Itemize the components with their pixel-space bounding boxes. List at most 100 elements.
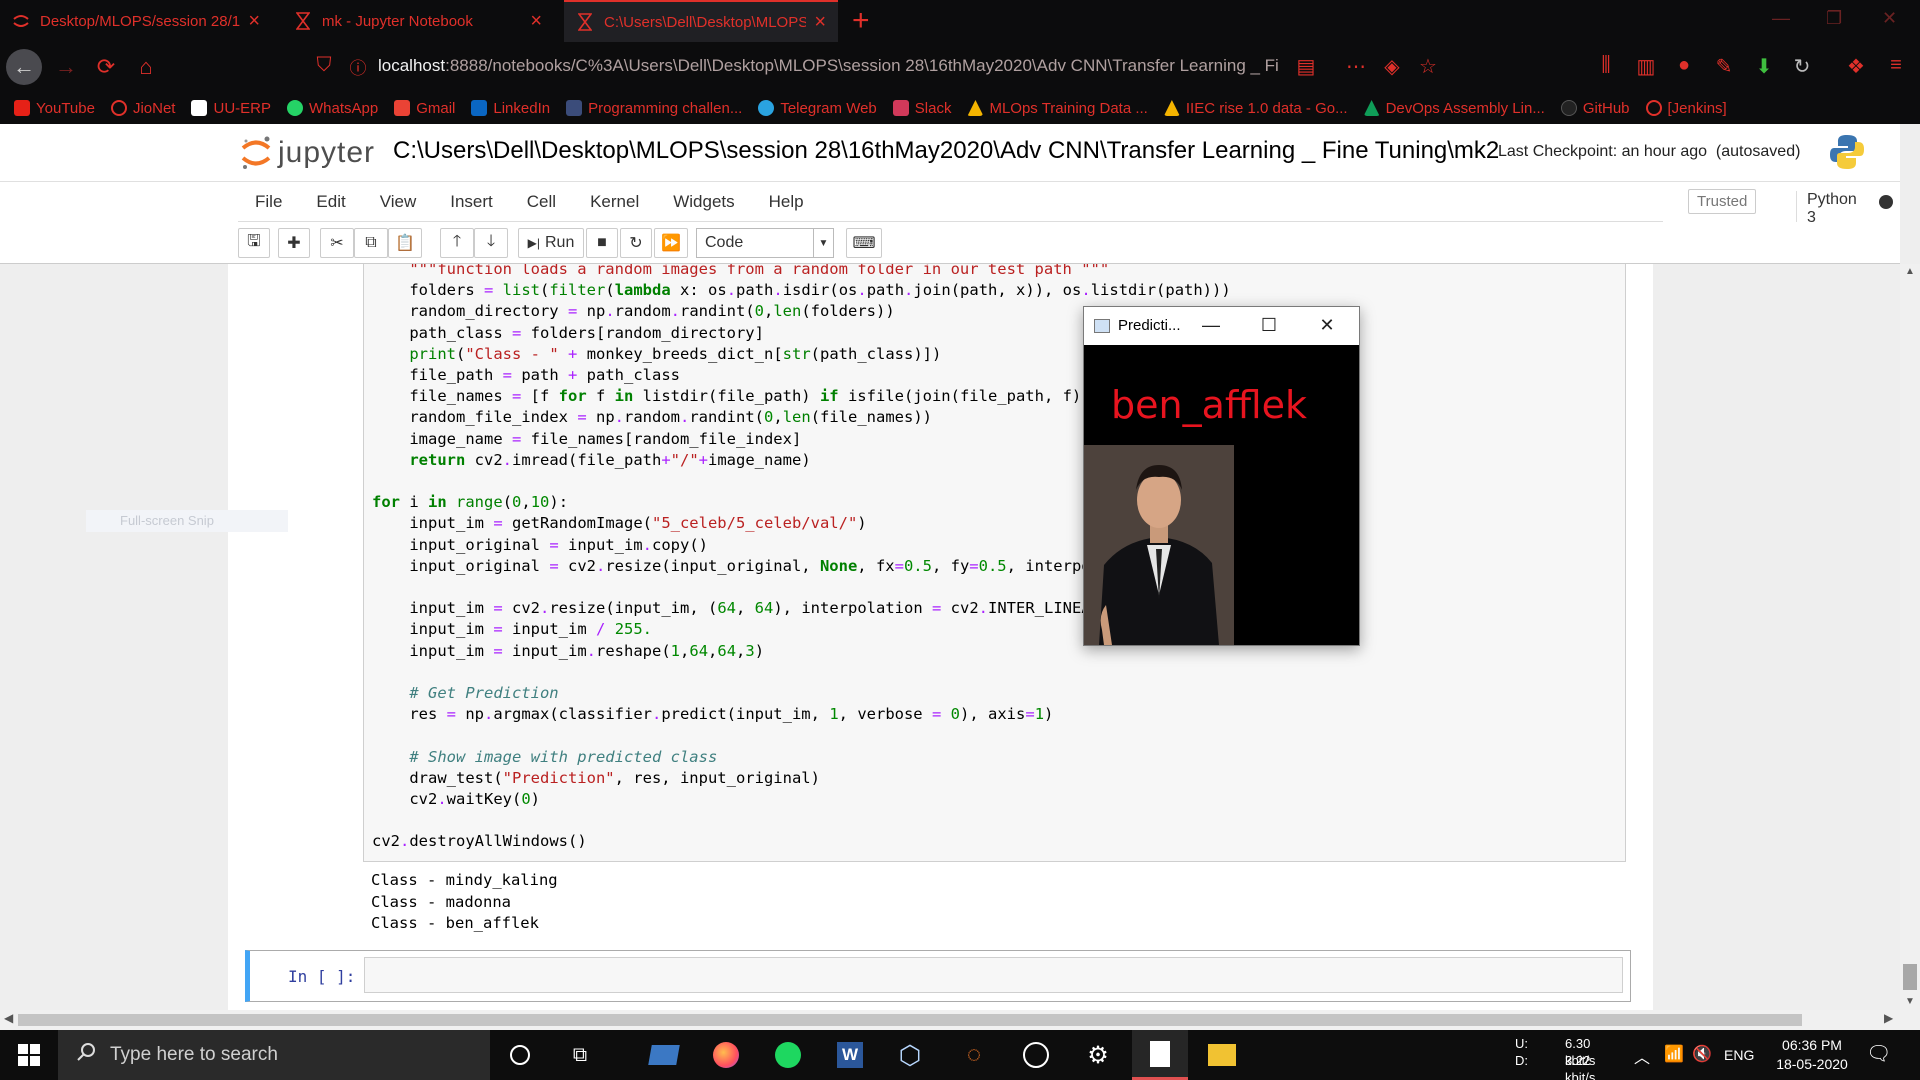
bookmark-gmail[interactable]: Gmail [394,100,455,117]
menu-edit[interactable]: Edit [299,192,362,212]
bookmark-whatsapp[interactable]: WhatsApp [287,100,378,117]
taskbar-app-whatsapp[interactable] [1008,1030,1064,1080]
restore-window-icon[interactable]: ❐ [1826,8,1842,29]
scrollbar-thumb[interactable] [1903,964,1917,990]
task-view-button[interactable]: ⧉ [552,1030,608,1080]
cut-button[interactable]: ✂ [320,228,354,258]
forward-button[interactable]: → [48,49,84,85]
extension-icon[interactable]: ● [1672,54,1696,78]
chevron-up-icon[interactable]: ︿ [1634,1044,1650,1068]
volume-muted-icon[interactable]: 🔇 [1692,1044,1712,1064]
sync-icon[interactable]: ↻ [1790,54,1814,78]
trusted-badge[interactable]: Trusted [1688,189,1757,214]
bookmark-jionet[interactable]: JioNet [110,100,175,117]
close-tab-icon[interactable]: × [814,11,826,34]
bookmark-programming[interactable]: Programming challen... [566,100,742,117]
prediction-window-titlebar[interactable]: Predicti... — ☐ ✕ [1084,307,1359,345]
menu-view[interactable]: View [363,192,434,212]
maximize-icon[interactable]: ☐ [1258,315,1280,336]
jupyter-logo[interactable]: jupyter [240,134,375,172]
insert-cell-button[interactable]: ✚ [278,228,310,258]
system-clock[interactable]: 06:36 PM 18-05-2020 [1772,1036,1852,1074]
download-icon[interactable]: ⬇ [1752,54,1776,78]
scroll-right-icon[interactable]: ▶ [1884,1011,1893,1025]
bookmark-jenkins[interactable]: [Jenkins] [1645,100,1727,117]
home-button[interactable]: ⌂ [128,49,164,85]
move-down-button[interactable]: 🡓 [474,228,508,258]
pocket-icon[interactable]: ◈ [1380,54,1404,78]
minimize-icon[interactable]: — [1200,315,1222,336]
horizontal-scrollbar[interactable]: ◀ ▶ [0,1010,1900,1030]
reload-button[interactable]: ⟳ [88,49,124,85]
menu-cell[interactable]: Cell [510,192,573,212]
scroll-down-icon[interactable]: ▼ [1905,996,1915,1007]
scroll-left-icon[interactable]: ◀ [4,1011,13,1025]
bookmark-youtube[interactable]: YouTube [14,100,95,117]
taskbar-search[interactable]: Type here to search [58,1030,490,1080]
menu-widgets[interactable]: Widgets [656,192,751,212]
cortana-button[interactable] [492,1030,548,1080]
start-button[interactable] [0,1030,58,1080]
bookmark-slack[interactable]: Slack [892,100,951,117]
sidebar-icon[interactable]: ▥ [1634,54,1658,78]
taskbar-app-word[interactable]: W [822,1030,878,1080]
bookmark-uu-erp[interactable]: UU-ERP [191,100,271,117]
info-icon[interactable]: ⓘ [346,54,370,78]
prediction-window[interactable]: Predicti... — ☐ ✕ ben_afflek [1083,306,1360,646]
back-button[interactable]: ← [6,49,42,85]
close-tab-icon[interactable]: × [530,10,542,33]
copy-button[interactable]: ⧉ [354,228,388,258]
page-actions-icon[interactable]: ⋯ [1344,54,1368,78]
scrollbar-thumb[interactable] [18,1014,1802,1026]
bookmark-star-icon[interactable]: ☆ [1416,54,1440,78]
input-editor[interactable] [364,957,1623,993]
language-indicator[interactable]: ENG [1724,1047,1754,1063]
menu-insert[interactable]: Insert [433,192,510,212]
close-window-icon[interactable]: ✕ [1882,8,1897,29]
browser-tab-2[interactable]: mk - Jupyter Notebook × [282,0,554,42]
menu-help[interactable]: Help [752,192,821,212]
bookmark-linkedin[interactable]: LinkedIn [471,100,550,117]
menu-kernel[interactable]: Kernel [573,192,656,212]
taskbar-app-python-window[interactable] [1132,1030,1188,1080]
command-palette-button[interactable]: ⌨ [846,228,882,258]
close-tab-icon[interactable]: × [248,10,260,33]
bookmark-telegram[interactable]: Telegram Web [758,100,877,117]
extension-icon-2[interactable]: ✎ [1712,54,1736,78]
move-up-button[interactable]: 🡑 [440,228,474,258]
reader-view-icon[interactable]: ▤ [1294,54,1318,78]
interrupt-button[interactable]: ■ [586,228,618,258]
notebook-title[interactable]: C:\Users\Dell\Desktop\MLOPS\session 28\1… [393,137,1499,165]
restart-run-all-button[interactable]: ⏩ [654,228,688,258]
menu-file[interactable]: File [238,192,299,212]
url-bar[interactable]: localhost:8888/notebooks/C%3A\Users\Dell… [378,56,1279,76]
bookmark-mlops-data[interactable]: MLOps Training Data ... [967,100,1148,117]
new-tab-button[interactable]: + [852,4,870,38]
vertical-scrollbar[interactable]: ▲ ▼ [1900,264,1920,1010]
bookmark-iiec[interactable]: IIEC rise 1.0 data - Go... [1163,100,1348,117]
taskbar-app-settings[interactable]: ⚙ [1070,1030,1126,1080]
run-button[interactable]: ▶| Run [518,228,584,258]
minimize-window-icon[interactable]: — [1772,8,1790,29]
empty-input-cell[interactable]: In [ ]: [245,950,1631,1002]
cell-type-select[interactable]: Code ▼ [696,228,834,258]
taskbar-app-virtualbox[interactable]: ⬡ [882,1030,938,1080]
notification-icon[interactable]: 🗨 [1866,1041,1891,1066]
restart-button[interactable]: ↻ [620,228,652,258]
taskbar-app-spotify[interactable] [760,1030,816,1080]
code-cell[interactable]: """function loads a random images from a… [363,264,1626,862]
paste-button[interactable]: 📋 [388,228,422,258]
taskbar-app-files[interactable] [636,1030,692,1080]
taskbar-app-firefox[interactable] [698,1030,754,1080]
save-button[interactable]: 🖫 [238,228,270,258]
browser-tab-1[interactable]: Desktop/MLOPS/session 28/16 × [0,0,272,42]
bookmark-github[interactable]: GitHub [1560,100,1630,117]
browser-tab-3[interactable]: C:\Users\Dell\Desktop\MLOPS × [564,0,838,42]
library-icon[interactable]: ⫼ [1594,54,1618,78]
taskbar-app-explorer[interactable] [1194,1030,1250,1080]
wifi-icon[interactable]: 📶 [1664,1044,1684,1064]
shield-icon[interactable]: ⛉ [312,54,336,78]
scroll-up-icon[interactable]: ▲ [1905,266,1915,277]
bookmark-devops[interactable]: DevOps Assembly Lin... [1363,100,1545,117]
gift-icon[interactable]: ❖ [1844,54,1868,78]
